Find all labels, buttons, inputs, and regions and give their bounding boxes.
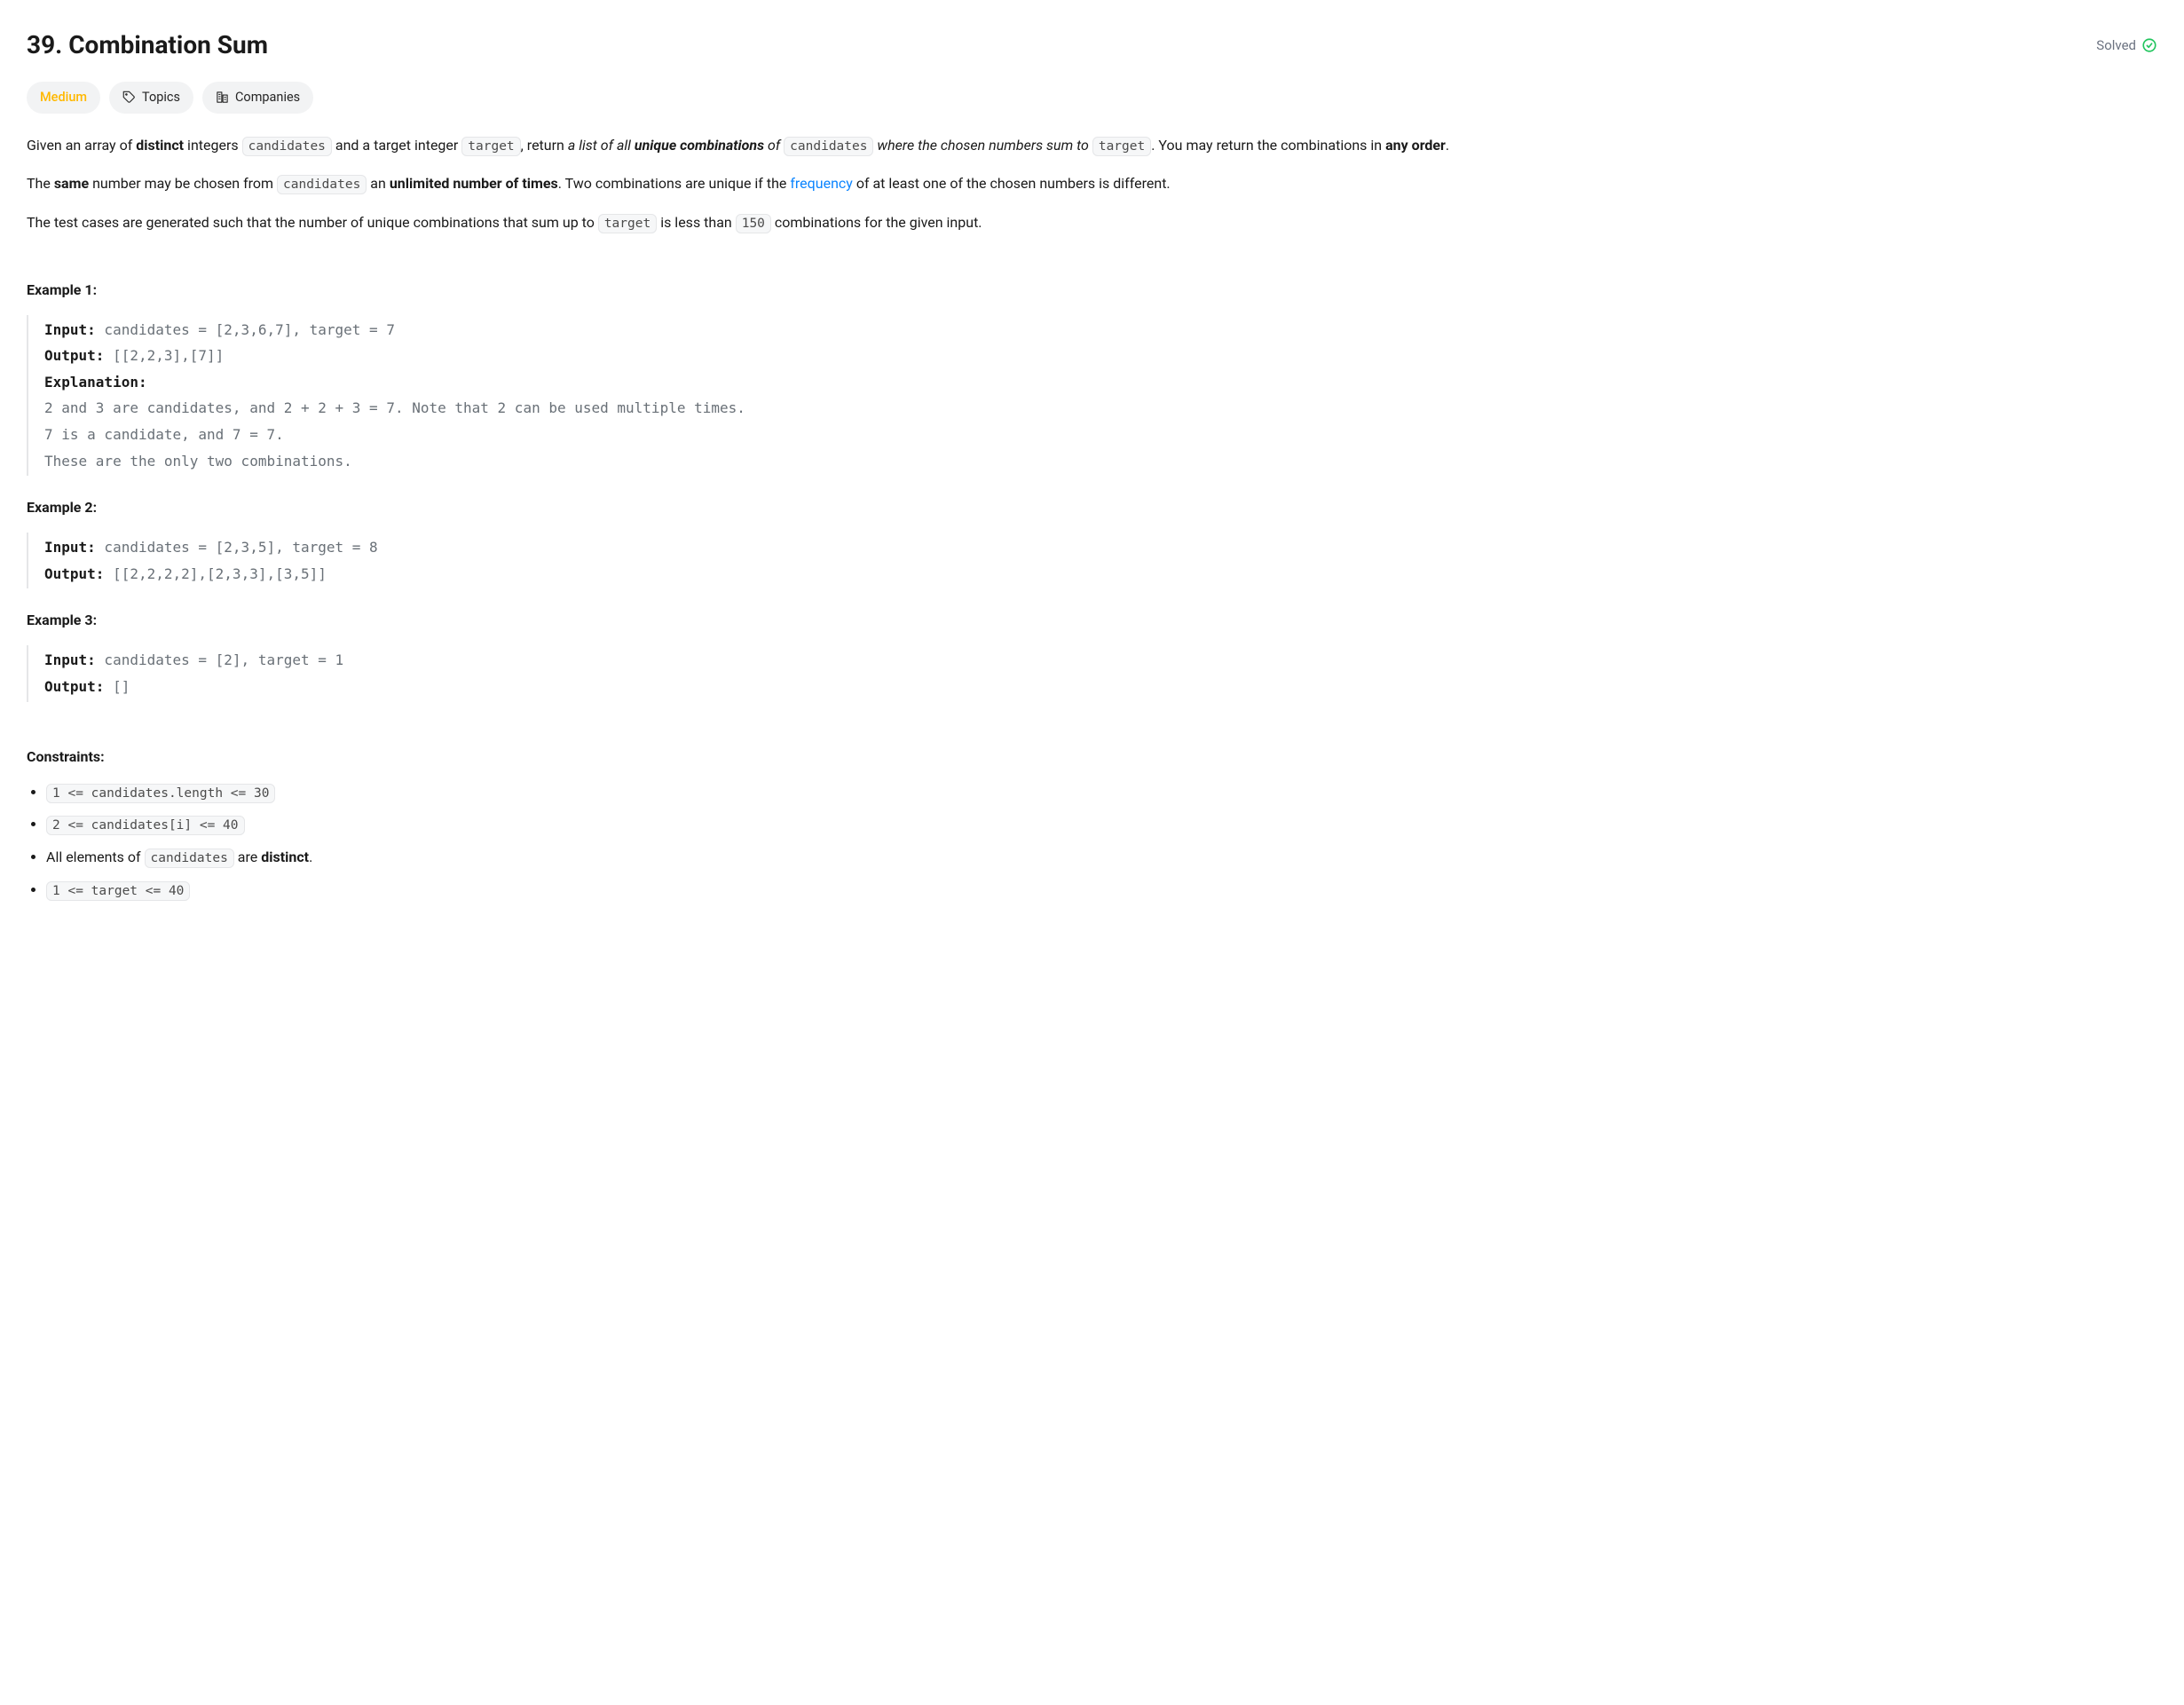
companies-label: Companies [235, 88, 300, 107]
problem-description: Given an array of distinct integers cand… [27, 133, 2157, 235]
constraints-label: Constraints: [27, 746, 2157, 768]
example-3-block: Input: candidates = [2], target = 1 Outp… [27, 645, 2157, 701]
building-icon [216, 91, 229, 104]
companies-button[interactable]: Companies [202, 82, 313, 114]
check-circle-icon [2141, 37, 2157, 53]
tag-icon [122, 91, 136, 104]
example-1-block: Input: candidates = [2,3,6,7], target = … [27, 315, 2157, 477]
topics-label: Topics [142, 88, 180, 107]
code-candidates: candidates [784, 137, 873, 156]
code-target: target [461, 137, 520, 156]
frequency-link[interactable]: frequency [790, 175, 853, 192]
constraints-list: 1 <= candidates.length <= 30 2 <= candid… [27, 782, 2157, 902]
constraint-item: 2 <= candidates[i] <= 40 [46, 814, 2157, 836]
constraint-item: 1 <= candidates.length <= 30 [46, 782, 2157, 804]
code-candidates: candidates [277, 175, 367, 194]
code-candidates: candidates [242, 137, 332, 156]
topics-button[interactable]: Topics [109, 82, 193, 114]
problem-title: 39. Combination Sum [27, 27, 268, 64]
example-2-label: Example 2: [27, 497, 2157, 518]
example-2-block: Input: candidates = [2,3,5], target = 8 … [27, 533, 2157, 588]
solved-label: Solved [2096, 36, 2136, 56]
solved-status: Solved [2096, 36, 2157, 56]
code-target: target [1092, 137, 1151, 156]
code-target: target [598, 214, 657, 233]
code-150: 150 [736, 214, 771, 233]
description-paragraph-1: Given an array of distinct integers cand… [27, 133, 2157, 158]
example-1-label: Example 1: [27, 280, 2157, 301]
constraint-item: 1 <= target <= 40 [46, 880, 2157, 902]
example-3-label: Example 3: [27, 610, 2157, 631]
difficulty-badge: Medium [27, 82, 100, 114]
description-paragraph-3: The test cases are generated such that t… [27, 210, 2157, 235]
constraint-item: All elements of candidates are distinct. [46, 847, 2157, 869]
description-paragraph-2: The same number may be chosen from candi… [27, 171, 2157, 196]
